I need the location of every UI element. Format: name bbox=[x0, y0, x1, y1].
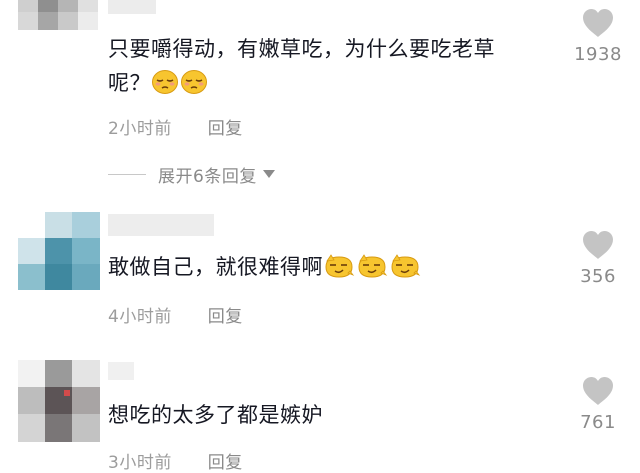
comment-time: 4小时前 bbox=[108, 307, 172, 327]
comment-meta: 4小时前 回复 bbox=[108, 302, 243, 327]
like-button[interactable]: 1938 bbox=[570, 8, 626, 65]
like-count: 356 bbox=[580, 266, 616, 287]
avatar[interactable] bbox=[18, 360, 100, 442]
reply-button[interactable]: 回复 bbox=[208, 307, 243, 327]
comment-text-line1: 敢做自己，就很难得啊 bbox=[108, 255, 323, 279]
comment-text-line1: 只要嚼得动，有嫩草吃，为什么要吃老草 bbox=[108, 37, 495, 61]
comment-text: 只要嚼得动，有嫩草吃，为什么要吃老草 呢？ bbox=[108, 32, 538, 100]
pensive-face-emoji bbox=[151, 69, 179, 95]
comment-meta: 3小时前 回复 bbox=[108, 448, 243, 473]
like-button[interactable]: 356 bbox=[570, 230, 626, 287]
pensive-face-emoji bbox=[180, 69, 208, 95]
avatar[interactable] bbox=[18, 0, 100, 32]
expand-replies-button[interactable]: 展开6条回复 bbox=[108, 162, 275, 187]
comment-meta: 2小时前 回复 bbox=[108, 114, 243, 139]
like-count: 1938 bbox=[574, 44, 622, 65]
smug-face-emoji bbox=[389, 253, 421, 279]
heart-icon bbox=[583, 231, 613, 259]
username-blurred[interactable] bbox=[108, 0, 156, 14]
expand-replies-label: 展开6条回复 bbox=[158, 166, 257, 187]
comment-text: 敢做自己，就很难得啊 bbox=[108, 250, 538, 284]
comment-time: 2小时前 bbox=[108, 119, 172, 139]
avatar[interactable] bbox=[18, 212, 100, 290]
heart-icon bbox=[583, 377, 613, 405]
smug-face-emoji bbox=[356, 253, 388, 279]
smug-face-emoji bbox=[323, 253, 355, 279]
username-blurred[interactable] bbox=[108, 214, 214, 236]
comment-text: 想吃的太多了都是嫉妒 bbox=[108, 398, 538, 432]
like-count: 761 bbox=[580, 412, 616, 433]
reply-button[interactable]: 回复 bbox=[208, 453, 243, 473]
comment-text-line1: 想吃的太多了都是嫉妒 bbox=[108, 403, 323, 427]
caret-down-icon bbox=[262, 170, 275, 178]
divider-line bbox=[108, 173, 146, 175]
reply-button[interactable]: 回复 bbox=[208, 119, 243, 139]
like-button[interactable]: 761 bbox=[570, 376, 626, 433]
comment-text-line2: 呢？ bbox=[108, 71, 151, 95]
username-blurred[interactable] bbox=[108, 362, 134, 380]
heart-icon bbox=[583, 9, 613, 37]
comment-time: 3小时前 bbox=[108, 453, 172, 473]
